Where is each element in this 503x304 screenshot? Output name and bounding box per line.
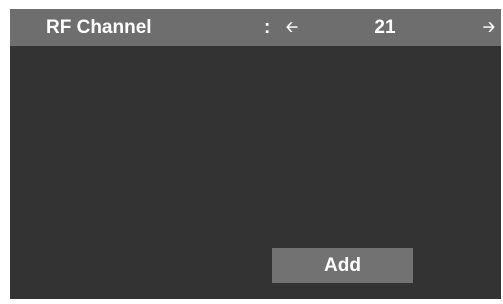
rf-channel-separator: : — [264, 17, 271, 38]
arrow-left-icon[interactable]: 🡠 — [283, 17, 301, 39]
rf-channel-label: RF Channel — [46, 17, 152, 38]
rf-channel-value: 21 — [374, 17, 396, 38]
add-button[interactable]: Add — [272, 248, 413, 283]
rf-channel-panel: RF Channel : 🡠 21 🡢 Add — [10, 9, 501, 299]
arrow-right-icon[interactable]: 🡢 — [480, 17, 498, 39]
rf-channel-row: RF Channel : 🡠 21 🡢 — [10, 9, 501, 46]
